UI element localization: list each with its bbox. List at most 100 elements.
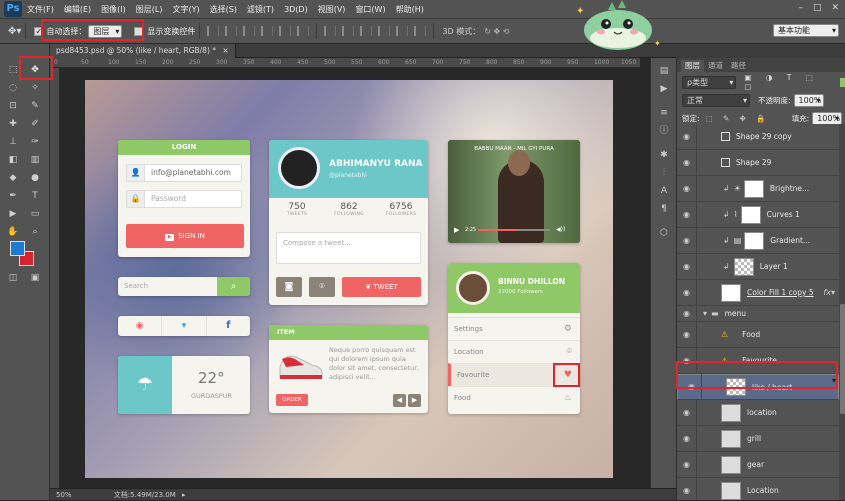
tweet-button[interactable]: ❦ TWEET — [342, 277, 421, 297]
search-bar[interactable]: Search ⌕ — [118, 277, 250, 296]
video-progress-bar[interactable] — [478, 229, 550, 231]
eye-icon[interactable]: ◉ — [677, 201, 697, 228]
lock-icons[interactable]: ⬚ ✎ ✥ 🔒 — [706, 114, 770, 123]
menu-file[interactable]: 文件(F) — [27, 4, 54, 15]
menu-item-settings[interactable]: Settings ⚙ — [448, 317, 580, 340]
pen-tool-icon[interactable]: ✒ — [6, 190, 20, 202]
rotate-3d-icon[interactable]: ↻ ✥ ⟲ — [484, 27, 509, 36]
actions-icon[interactable]: ▶ — [657, 82, 671, 96]
play-icon[interactable]: ▶ — [454, 226, 459, 234]
camera-button[interactable]: ◙ — [276, 277, 302, 297]
layer-thumbnail[interactable] — [733, 257, 754, 276]
password-field[interactable]: 🔒 Password — [126, 190, 242, 208]
menu-edit[interactable]: 编辑(E) — [64, 4, 91, 15]
eye-icon[interactable]: ◉ — [677, 227, 697, 254]
layer-row[interactable]: ◉ ↲ ▤ Gradient... — [677, 227, 839, 254]
layer-row[interactable]: ◉ grill — [677, 425, 839, 452]
order-button[interactable]: ORDER — [276, 394, 308, 406]
prev-button[interactable]: ◀ — [393, 394, 406, 407]
eye-icon[interactable]: ◉ — [677, 451, 697, 478]
layer-row[interactable]: ◉ ↲ Layer 1 — [677, 253, 839, 280]
scrollbar-thumb[interactable] — [840, 304, 845, 414]
layer-row[interactable]: ◉ gear — [677, 451, 839, 478]
layer-mask-thumbnail[interactable] — [740, 205, 761, 224]
layer-thumbnail[interactable] — [721, 481, 741, 500]
layer-thumbnail[interactable] — [721, 429, 741, 448]
layer-group-row[interactable]: ◉ ▾ ▬ menu — [677, 305, 839, 322]
workspace-dropdown[interactable]: 基本功能 — [773, 24, 839, 37]
menu-3d[interactable]: 3D(D) — [284, 5, 308, 14]
close-window-button[interactable]: ✕ — [831, 3, 839, 13]
maximize-button[interactable]: □ — [813, 3, 822, 13]
align-bottom-icon[interactable] — [243, 26, 256, 36]
layer-row[interactable]: ◉ ↲ ⌇ Curves 1 — [677, 201, 839, 228]
distribute-center-icon[interactable] — [396, 26, 409, 36]
menu-window[interactable]: 窗口(W) — [355, 4, 385, 15]
fill-input[interactable]: 100% — [812, 111, 843, 125]
crop-tool-icon[interactable]: ⊡ — [6, 100, 20, 112]
layer-thumbnail[interactable] — [721, 283, 741, 302]
dribbble-button[interactable]: ◉ — [118, 316, 163, 336]
tab-channels[interactable]: 通道 — [704, 60, 727, 72]
character-icon[interactable]: A — [657, 184, 671, 198]
foreground-color-swatch[interactable] — [10, 241, 25, 256]
layer-row[interactable]: ◉ Shape 29 copy — [677, 124, 839, 150]
layer-row[interactable]: ◉ Shape 29 — [677, 149, 839, 176]
menu-select[interactable]: 选择(S) — [210, 4, 237, 15]
align-top-icon[interactable] — [207, 26, 220, 36]
fx-icon[interactable]: fx▾ — [823, 288, 835, 297]
distribute-right-icon[interactable] — [414, 26, 427, 36]
distribute-top-icon[interactable] — [324, 26, 337, 36]
menu-view[interactable]: 视图(V) — [318, 4, 346, 15]
layer-row[interactable]: ◉ ↲ ☀ Brightne... — [677, 175, 839, 202]
eye-icon[interactable]: ◉ — [677, 321, 697, 348]
screen-mode-icon[interactable]: ▣ — [28, 272, 42, 284]
layers-scrollbar[interactable] — [839, 124, 845, 500]
blur-tool-icon[interactable]: ◆ — [6, 172, 20, 184]
history-brush-tool-icon[interactable]: ✑ — [28, 136, 42, 148]
brush-settings-icon[interactable]: ✱ — [657, 148, 671, 162]
gradient-tool-icon[interactable]: ▥ — [28, 154, 42, 166]
eye-icon[interactable]: ◉ — [677, 279, 697, 306]
tab-layers[interactable]: 图层 — [681, 60, 704, 72]
menu-image[interactable]: 图像(I) — [101, 4, 126, 15]
close-tab-icon[interactable]: × — [222, 46, 228, 55]
status-arrow-icon[interactable]: ▸ — [182, 491, 186, 499]
sign-in-button[interactable]: ▶ SIGN IN — [126, 224, 244, 248]
layer-mask-thumbnail[interactable] — [743, 179, 764, 198]
magic-wand-tool-icon[interactable]: ✧ — [28, 82, 42, 94]
history-icon[interactable]: ▤ — [657, 64, 671, 78]
layer-mask-thumbnail[interactable] — [744, 231, 765, 250]
distribute-left-icon[interactable] — [378, 26, 391, 36]
eyedropper-tool-icon[interactable]: ✎ — [28, 100, 42, 112]
layer-row[interactable]: ◉ location — [677, 399, 839, 426]
expand-arrow-icon[interactable]: ▾ — [703, 309, 707, 318]
menu-layer[interactable]: 图层(L) — [136, 4, 163, 15]
menu-filter[interactable]: 滤镜(T) — [247, 4, 274, 15]
tab-paths[interactable]: 路径 — [727, 60, 750, 72]
3d-icon[interactable]: ⬡ — [657, 226, 671, 240]
canvas-area[interactable]: LOGIN 👤 info@planetabhi.com 🔒 Password ▶… — [60, 68, 640, 488]
facebook-button[interactable]: f — [207, 316, 250, 336]
layer-row[interactable]: ◉ ⚠ Food — [677, 321, 839, 348]
eye-icon[interactable]: ◉ — [677, 477, 697, 500]
layer-thumbnail[interactable] — [721, 403, 741, 422]
opacity-input[interactable]: 100% — [793, 93, 824, 107]
stamp-tool-icon[interactable]: ⊥ — [6, 136, 20, 148]
filter-icons[interactable]: ▣ ◑ T ⬚ ▢ — [744, 73, 836, 91]
eye-icon[interactable]: ◉ — [677, 425, 697, 452]
zoom-level[interactable]: 50% — [56, 491, 72, 499]
zoom-tool-icon[interactable]: ⌕ — [28, 226, 42, 238]
eraser-tool-icon[interactable]: ◧ — [6, 154, 20, 166]
menu-help[interactable]: 帮助(H) — [396, 4, 424, 15]
compose-tweet-input[interactable]: Compose a tweet... — [276, 232, 421, 264]
align-center-icon[interactable] — [279, 26, 292, 36]
minimize-button[interactable]: – — [798, 3, 803, 13]
properties-icon[interactable]: ≡ — [657, 106, 671, 120]
adjustments-icon[interactable]: ⫶ — [657, 166, 671, 180]
kind-filter-dropdown[interactable]: ρ类型 — [682, 75, 737, 89]
dodge-tool-icon[interactable]: ● — [28, 172, 42, 184]
type-tool-icon[interactable]: T — [28, 190, 42, 202]
search-button[interactable]: ⌕ — [217, 277, 250, 296]
menu-item-location[interactable]: Location ⌾ — [448, 340, 580, 363]
